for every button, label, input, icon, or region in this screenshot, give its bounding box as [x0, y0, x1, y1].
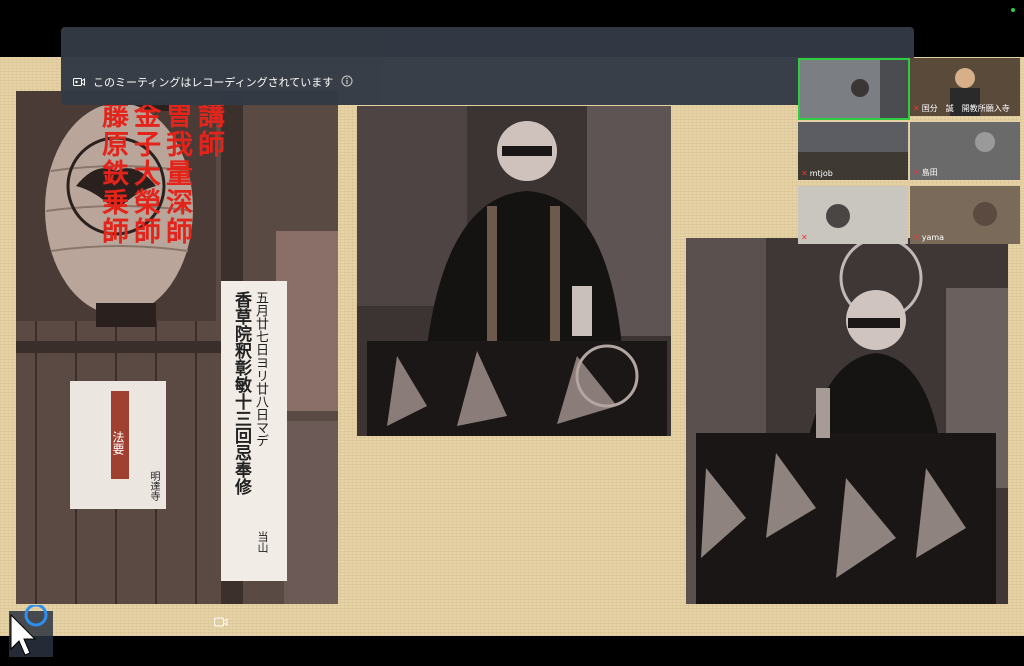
lecturer-name-2: 金子大榮師 [129, 101, 160, 246]
mic-muted-icon: ✕ [801, 233, 808, 242]
participant-gallery: ✕ 国分 誠 開教所願入寺 ✕ mtjob ✕ 島田 ✕ ✕ yama [796, 56, 1022, 246]
participant-tile[interactable]: ✕ 島田 [910, 122, 1020, 180]
lecturer-heading: 講師 [193, 101, 224, 159]
sign-temple: 当山 [256, 531, 269, 553]
participant-name: mtjob [809, 169, 833, 178]
info-icon[interactable] [341, 72, 353, 91]
mic-muted-icon: ✕ [913, 104, 920, 113]
participant-tile[interactable]: ✕ 国分 誠 開教所願入寺 [910, 58, 1020, 116]
lecturer-name-3: 藤原鉄乗師 [97, 101, 128, 246]
notice-event: 法要 [111, 431, 125, 455]
recording-notice-text: このミーティングはレコーディングされています [93, 75, 334, 89]
participant-name: yama [921, 233, 945, 242]
lecturer-name-1: 曽我量深師 [161, 101, 192, 246]
mouse-cursor-icon [9, 603, 53, 657]
priest-seated-photo [686, 238, 1008, 604]
mic-muted-icon: ✕ [913, 168, 920, 177]
participant-tile[interactable]: ✕ [798, 186, 908, 244]
participant-tile-active[interactable] [798, 58, 910, 120]
recording-banner: このミーティングはレコーディングされています [61, 27, 914, 105]
recording-icon [73, 72, 85, 91]
mic-muted-icon: ✕ [801, 169, 808, 178]
sign-title: 香草院釈彰敏十三回忌奉修 [231, 291, 251, 495]
participant-name: 島田 [921, 168, 938, 177]
temple-gate-photo: 講師 曽我量深師 金子大榮師 藤原鉄乗師 五月廿七日ヨリ廿八日マデ 香草院釈彰敏… [16, 91, 338, 604]
mic-muted-icon: ✕ [913, 233, 920, 242]
status-indicator [1011, 8, 1015, 12]
participant-tile[interactable]: ✕ mtjob [798, 122, 908, 180]
camera-icon[interactable] [214, 612, 228, 631]
priest-standing-photo [357, 106, 671, 436]
participant-tile[interactable]: ✕ yama [910, 186, 1020, 244]
notice-temple: 明達寺 [148, 471, 159, 501]
participant-name: 国分 誠 開教所願入寺 [921, 104, 1010, 113]
